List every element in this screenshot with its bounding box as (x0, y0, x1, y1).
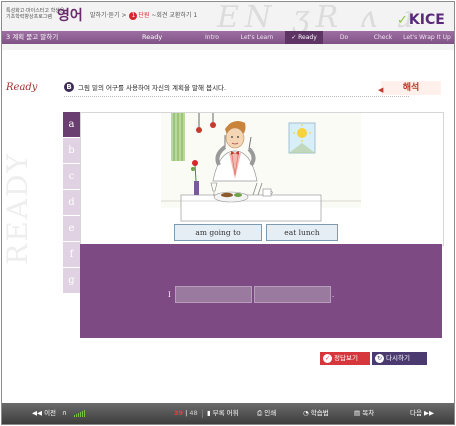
print-button[interactable]: ⎙ 인쇄 (257, 408, 276, 419)
restaurant-illustration (161, 113, 361, 222)
phrase-chip-am-going-to: am going to (174, 224, 262, 241)
background-watermark: READY (1, 152, 34, 265)
school-line-2: 기초학력향상프로그램 (6, 14, 53, 20)
plate-with-food (213, 191, 249, 203)
answer-area: I . (80, 244, 442, 338)
phrase-chip-eat-lunch: eat lunch (266, 224, 338, 241)
retry-button[interactable]: ↻ 다시하기 (372, 352, 427, 365)
header-decoration: EN ʒR ʌ ɹ (217, 1, 420, 35)
subject-title: 영어 (57, 8, 83, 24)
translate-label: 해석 (402, 83, 420, 93)
tab-b[interactable]: b (63, 138, 80, 163)
breadcrumb-section: 말하기·듣기 (90, 12, 120, 19)
footer-divider (202, 409, 203, 418)
breadcrumb-sep: > (121, 12, 127, 19)
list-icon: ▤ (354, 409, 363, 417)
activity-label: Ready (6, 82, 38, 93)
tab-c[interactable]: c (63, 164, 80, 189)
breadcrumb: 말하기·듣기 > 1 단원 ~회견 교환하기 1 (90, 10, 197, 20)
answer-blank-2[interactable] (254, 286, 331, 303)
kice-check-icon: ✓ (397, 13, 408, 28)
left-arrow-icon: ◀ (378, 86, 384, 94)
appendix-button[interactable]: ▮ 부록 어휘 (207, 408, 239, 419)
search-icon: ✓ (323, 354, 332, 363)
tab-check[interactable]: Check (366, 31, 400, 44)
next-button[interactable]: 다음 ▶▶ (410, 408, 434, 419)
tab-g[interactable]: g (63, 268, 80, 293)
print-label: 인쇄 (264, 409, 277, 417)
page-indicator: 39 | 48 (174, 408, 198, 419)
study-plan-label: 학습법 (310, 409, 329, 417)
tab-lets-learn[interactable]: Let's Learn (238, 31, 276, 44)
headphones-icon[interactable]: ∩ (62, 408, 67, 419)
step-badge: B (64, 82, 74, 92)
unit-label: 단원 (138, 12, 150, 19)
show-answer-label: 정답보기 (334, 354, 358, 362)
retry-label: 다시하기 (386, 354, 410, 362)
school-label: 특성화고·마이스터고 학생용 기초학력향상프로그램 (6, 8, 64, 20)
answer-suffix: . (332, 291, 335, 299)
tab-d[interactable]: d (63, 190, 80, 215)
app-window: 특성화고·마이스터고 학생용 기초학력향상프로그램 영어 말하기·듣기 > 1단… (1, 1, 455, 425)
tab-e[interactable]: e (63, 216, 80, 241)
answer-blank-1[interactable] (175, 286, 252, 303)
breadcrumb-lesson: ~회견 교환하기 1 (151, 12, 198, 19)
volume-bars[interactable] (74, 410, 85, 417)
appendix-label: 부록 어휘 (212, 409, 239, 417)
logo-text: KICE (408, 12, 445, 28)
instruction: B 그림 밑의 어구를 사용하여 자신의 계획을 말해 봅시다. (64, 82, 226, 92)
clock-icon: ◔ (303, 409, 311, 417)
prev-button[interactable]: ◀◀ 이전 (32, 408, 56, 419)
unit-title: 3 계획 묻고 말하기 (6, 33, 59, 41)
page-divider: | (185, 409, 188, 417)
illustration-panel: am going to eat lunch (80, 112, 444, 246)
page-total: 48 (189, 409, 198, 417)
dotted-divider (64, 96, 409, 97)
coffee-cup (262, 188, 273, 197)
tab-a[interactable]: a (63, 112, 80, 137)
show-answer-button[interactable]: ✓ 정답보기 (320, 352, 370, 365)
question-tabs: a b c d e f g (63, 112, 80, 294)
curtain (171, 113, 185, 161)
tab-ready[interactable]: ✓ Ready (285, 31, 323, 44)
kice-logo: ✓KICE (397, 12, 445, 28)
section-title: Ready (142, 33, 163, 41)
unit-number-badge: 1 (129, 12, 138, 20)
translate-button[interactable]: ◀ 해석 (378, 81, 441, 95)
study-plan-button[interactable]: ◔ 학습법 (303, 408, 329, 419)
instruction-text: 그림 밑의 어구를 사용하여 자신의 계획을 말해 봅시다. (78, 84, 227, 92)
refresh-icon: ↻ (375, 354, 384, 363)
answer-prefix: I (168, 291, 171, 299)
tab-intro[interactable]: Intro (198, 31, 226, 44)
tab-f[interactable]: f (63, 242, 80, 267)
tab-do[interactable]: Do (330, 31, 358, 44)
nav-bar: 3 계획 묻고 말하기 Ready Intro Let's Learn ✓ Re… (2, 31, 454, 44)
dining-table (180, 194, 322, 222)
toc-label: 목차 (362, 409, 375, 417)
tab-wrap-up[interactable]: Let's Wrap It Up (402, 31, 452, 44)
toc-button[interactable]: ▤ 목차 (354, 408, 374, 419)
page-current: 39 (174, 409, 184, 417)
footer-bar: ◀◀ 이전 ∩ 39 | 48 ▮ 부록 어휘 ⎙ 인쇄 ◔ 학습법 ▤ 목차 … (2, 403, 454, 424)
window (288, 122, 316, 154)
